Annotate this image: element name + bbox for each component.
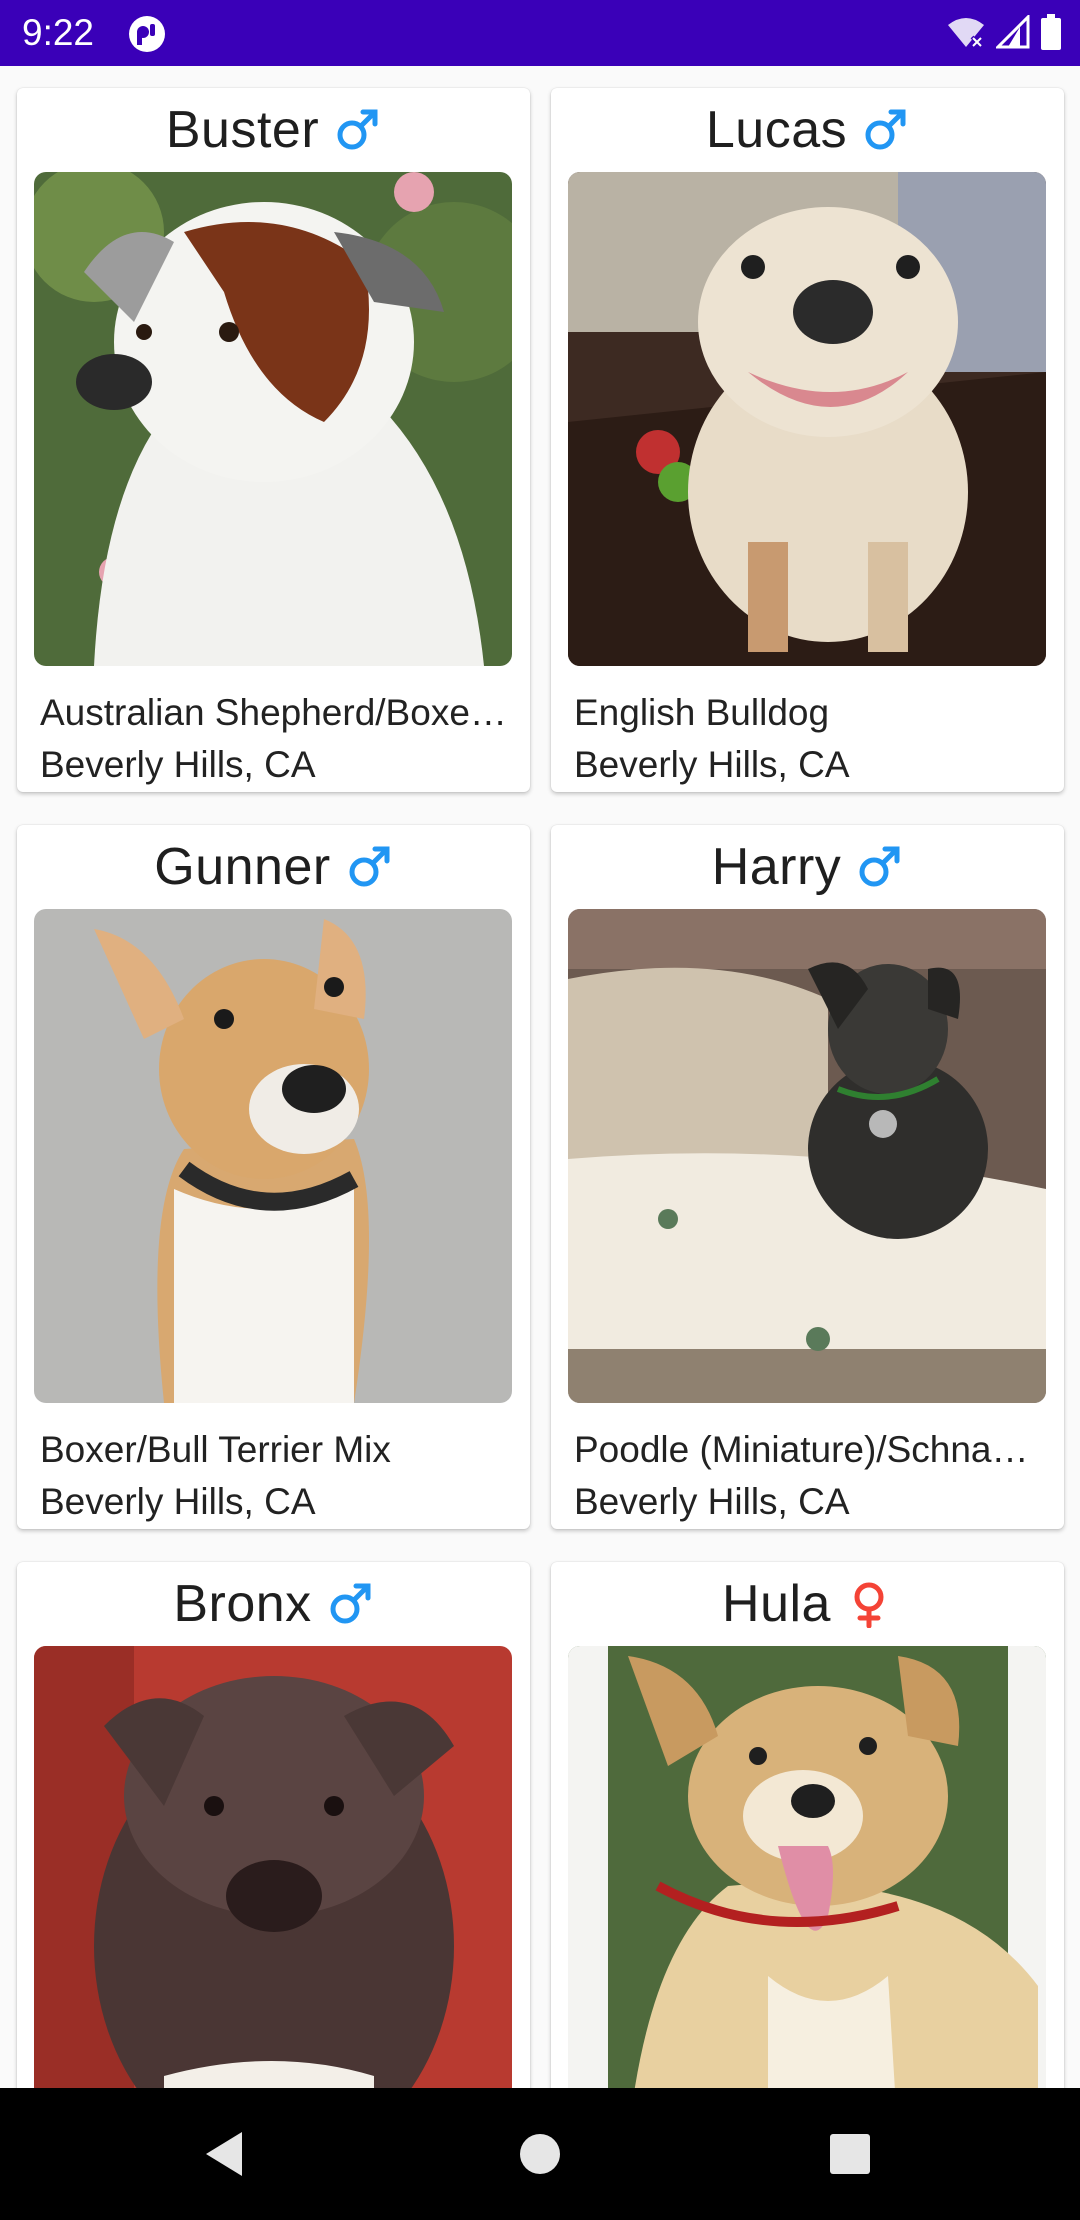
pet-name: Gunner xyxy=(154,838,331,896)
pet-name: Harry xyxy=(711,838,842,896)
back-icon[interactable] xyxy=(196,2124,256,2184)
male-icon xyxy=(859,846,900,887)
app-notification-icon xyxy=(129,16,165,52)
pet-name: Hula xyxy=(722,1575,831,1633)
pet-photo xyxy=(568,1646,1046,2088)
pet-card[interactable]: Hula xyxy=(551,1562,1064,2088)
pet-breed: Boxer/Bull Terrier Mix xyxy=(40,1429,391,1470)
pet-card-header: Lucas xyxy=(551,88,1064,172)
pet-name: Bronx xyxy=(173,1575,312,1633)
status-bar: 9:22 xyxy=(0,0,1080,66)
pet-location: Beverly Hills, CA xyxy=(40,744,316,785)
pet-grid: Buster Australian Shepherd/Boxer Mix Bev… xyxy=(17,88,1064,2088)
male-icon xyxy=(330,1583,371,1624)
pet-card[interactable]: Buster Australian Shepherd/Boxer Mix Bev… xyxy=(17,88,530,792)
pet-card[interactable]: Bronx xyxy=(17,1562,530,2088)
male-icon xyxy=(349,846,390,887)
pet-photo xyxy=(34,1646,512,2088)
pet-card[interactable]: Gunner Boxer/Bull Terrier Mix Beverly Hi… xyxy=(17,825,530,1529)
pet-list[interactable]: Buster Australian Shepherd/Boxer Mix Bev… xyxy=(0,66,1080,2088)
wifi-icon xyxy=(948,18,984,49)
pet-photo xyxy=(568,172,1046,666)
male-icon xyxy=(865,109,906,150)
pet-name: Buster xyxy=(165,101,320,159)
pet-card-header: Harry xyxy=(551,825,1064,909)
female-icon xyxy=(854,1582,884,1628)
male-icon xyxy=(337,109,378,150)
pet-breed: Australian Shepherd/Boxer Mix xyxy=(40,692,510,733)
navigation-bar xyxy=(0,2088,1080,2220)
pet-photo xyxy=(34,909,512,1403)
pet-location: Beverly Hills, CA xyxy=(574,1481,850,1522)
recents-icon[interactable] xyxy=(820,2124,880,2184)
pet-card[interactable]: Harry Poodle (Miniature)/Schnauzer Bever… xyxy=(551,825,1064,1529)
pet-photo xyxy=(34,172,512,666)
home-icon[interactable] xyxy=(510,2124,570,2184)
battery-icon xyxy=(1041,14,1061,50)
pet-card-header: Bronx xyxy=(17,1562,530,1646)
pet-breed: English Bulldog xyxy=(574,692,830,733)
pet-name: Lucas xyxy=(705,101,848,159)
cell-signal-icon xyxy=(996,15,1030,49)
pet-card-header: Buster xyxy=(17,88,530,172)
pet-location: Beverly Hills, CA xyxy=(574,744,850,785)
status-time: 9:22 xyxy=(22,12,95,53)
pet-card-header: Hula xyxy=(551,1562,1064,1646)
pet-card-header: Gunner xyxy=(17,825,530,909)
pet-photo xyxy=(568,909,1046,1403)
pet-location: Beverly Hills, CA xyxy=(40,1481,316,1522)
pet-breed: Poodle (Miniature)/Schnauzer Mix xyxy=(574,1429,1044,1470)
pet-card[interactable]: Lucas English Bulldog Beverly Hills, CA xyxy=(551,88,1064,792)
